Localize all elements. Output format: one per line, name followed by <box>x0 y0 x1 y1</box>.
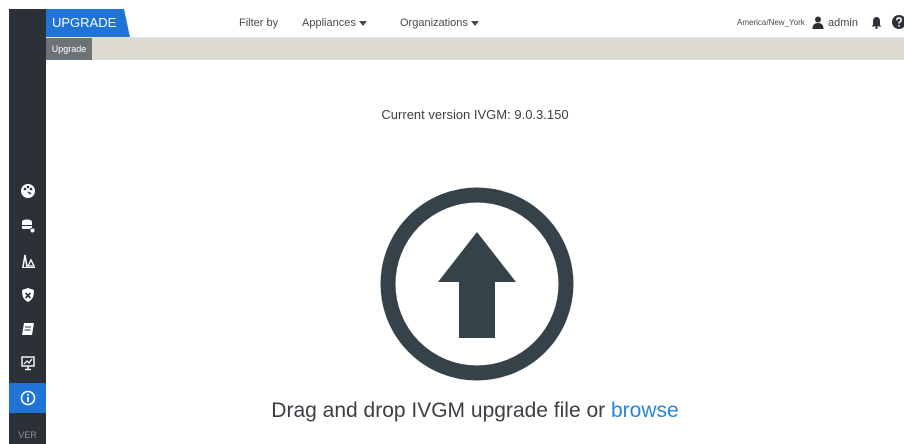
appliances-dropdown-label: Appliances <box>302 17 356 29</box>
info-icon[interactable] <box>9 383 46 413</box>
window-top-border <box>0 0 904 9</box>
breadcrumb-bar: Upgrade <box>46 38 904 60</box>
user-icon <box>812 16 824 34</box>
bell-icon[interactable] <box>871 16 882 34</box>
upload-dropzone[interactable] <box>379 186 575 382</box>
caret-down-icon <box>470 20 479 26</box>
help-icon[interactable] <box>892 15 904 34</box>
caret-down-icon <box>358 20 367 26</box>
drop-instructions-text: Drag and drop IVGM upgrade file or <box>271 399 611 422</box>
organizations-dropdown-label: Organizations <box>400 17 468 29</box>
browse-link[interactable]: browse <box>611 399 679 422</box>
analytics-icon[interactable] <box>9 247 46 275</box>
filter-by-label: Filter by <box>239 17 279 29</box>
app-tab-upgrade[interactable]: UPGRADE <box>46 9 130 37</box>
drop-instructions: Drag and drop IVGM upgrade file or brows… <box>46 399 904 423</box>
book-icon[interactable] <box>9 315 46 343</box>
timezone-label[interactable]: America/New_York <box>737 9 805 37</box>
user-menu[interactable]: admin <box>828 9 858 37</box>
top-navigation-bar: UPGRADE Filter by Appliances Organizatio… <box>46 9 904 38</box>
monitor-icon[interactable] <box>9 349 46 377</box>
app-window: VER UPGRADE Filter by Appliances Organiz… <box>0 0 904 444</box>
sidebar: VER <box>9 9 46 444</box>
shield-icon[interactable] <box>9 281 46 309</box>
organizations-dropdown[interactable]: Organizations <box>400 9 479 37</box>
dashboard-icon[interactable] <box>9 177 46 205</box>
current-version-label: Current version IVGM: 9.0.3.150 <box>381 107 569 122</box>
database-icon[interactable] <box>9 212 46 240</box>
breadcrumb-upgrade[interactable]: Upgrade <box>46 38 92 60</box>
appliances-dropdown[interactable]: Appliances <box>302 9 367 37</box>
upload-arrow-icon <box>380 187 574 381</box>
version-short-label: VER <box>18 430 37 440</box>
